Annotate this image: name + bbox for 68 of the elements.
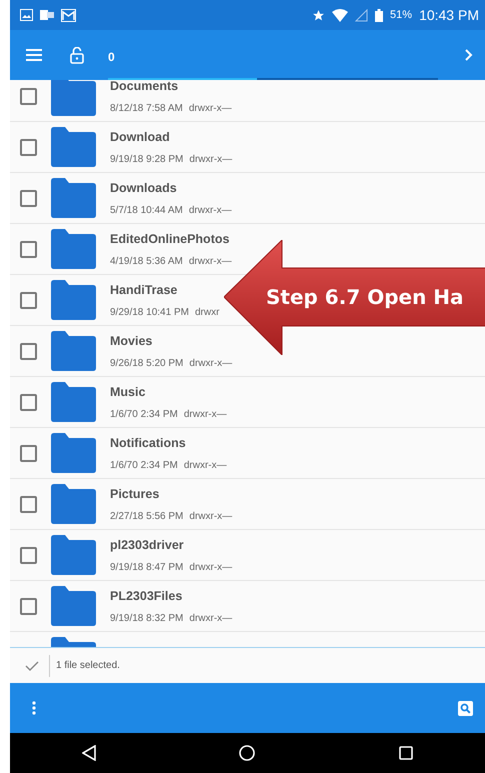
file-name: pl2303driver [110,538,185,552]
file-name: Download [110,130,171,144]
file-permissions: drwxr-x— [189,154,232,164]
file-permissions: drwxr-x— [188,256,232,266]
file-date: 8/12/18 7:58 AM [110,102,183,114]
checkbox[interactable] [20,342,37,360]
file-name: Movies [110,334,154,348]
checkmark-icon [25,660,39,670]
file-permissions: drwxr-x— [189,358,232,368]
file-name: EditedOnlinePhotos [110,232,230,246]
checkbox[interactable] [20,598,37,614]
checkbox[interactable] [20,88,37,104]
file-date: 9/19/18 8:32 PM [110,612,184,624]
folder-icon [51,484,96,524]
file-name: HandiTrase [110,282,178,296]
folder-icon [51,586,96,626]
checkbox[interactable] [20,138,37,156]
file-permissions: drwxr-x— [184,408,227,420]
file-date: 1/6/70 2:34 PM [110,460,178,470]
file-date: 5/7/18 10:44 AM [110,204,183,216]
checkbox[interactable] [20,546,37,564]
file-permissions: drwxr-x— [184,460,227,470]
star-icon [312,8,326,22]
folder-icon [51,229,96,269]
folder-icon [51,382,96,422]
file-date: 4/19/18 5:36 AM [110,256,183,266]
file-name: Music [110,384,146,398]
folder-icon [51,127,96,167]
file-name: PL2303Files [110,588,184,602]
battery-percent: 51% [390,9,412,21]
file-permissions: drwxr-x— [188,102,232,114]
mail-app-icon [40,9,54,21]
wifi-icon [332,8,348,22]
file-date: 2/27/18 5:56 PM [110,510,184,522]
folder-icon [51,80,96,116]
folder-icon [51,535,96,575]
file-name: Pictures [110,486,160,500]
folder-icon [51,433,96,473]
clock-time: 10:43 PM [419,7,479,23]
signal-icon [355,8,368,22]
callout-text: Step 6.7 Open Ha [266,285,464,309]
selection-status: 1 file selected. [49,654,120,676]
checkbox[interactable] [20,292,37,308]
file-permissions: drwxr-x— [189,510,232,522]
file-date: 9/19/18 8:47 PM [110,562,184,572]
image-icon [20,9,33,21]
checkbox[interactable] [20,190,37,206]
file-name: Downloads [110,180,178,194]
folder-icon [51,178,96,218]
envelope-icon [61,8,76,22]
file-permissions: drwxr-x— [189,562,232,572]
file-permissions: drwxr-x— [188,204,232,216]
folder-icon [51,280,96,320]
path-count: 0 [108,50,116,64]
file-permissions: drwxr [194,306,220,318]
checkbox[interactable] [20,394,37,410]
checkbox[interactable] [20,496,37,512]
file-permissions: drwxr-x— [189,612,232,624]
file-date: 9/29/18 10:41 PM [110,306,189,318]
file-date: 1/6/70 2:34 PM [110,408,178,420]
file-name: Documents [110,80,180,92]
folder-icon [51,331,96,371]
checkbox[interactable] [20,444,37,462]
checkbox[interactable] [20,240,37,258]
battery-icon [375,8,384,22]
file-date: 9/19/18 9:28 PM [110,154,184,164]
file-name: Notifications [110,436,187,450]
file-date: 9/26/18 5:20 PM [110,358,184,368]
